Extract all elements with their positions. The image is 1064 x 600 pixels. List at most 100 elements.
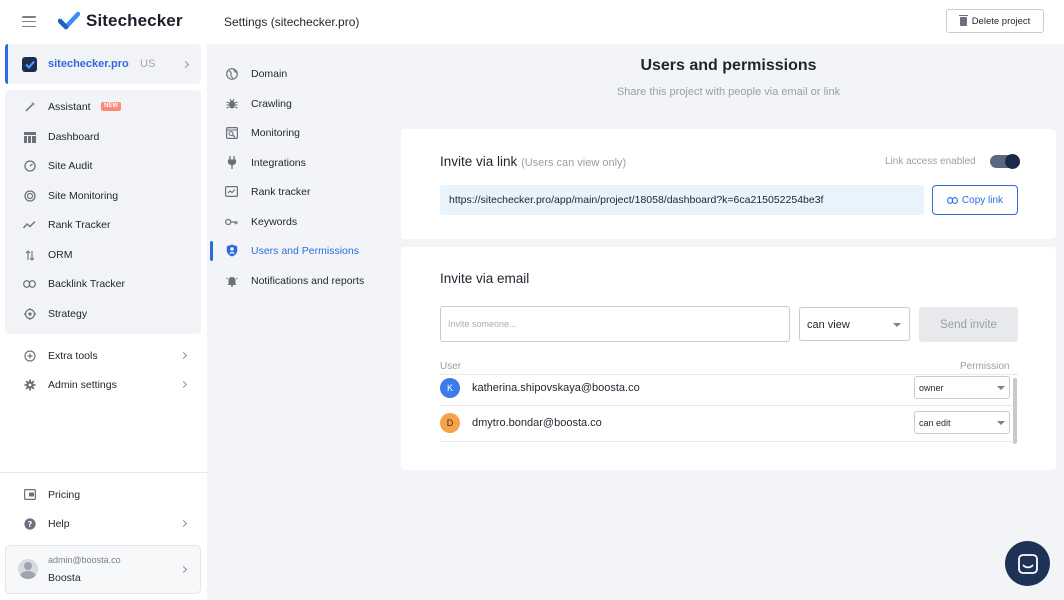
avatar: D <box>440 413 460 433</box>
settings-item-label: Rank tracker <box>251 186 311 198</box>
shield-user-icon <box>225 244 238 257</box>
table-row: D dmytro.bondar@boosta.co can edit <box>440 408 1012 440</box>
chevron-right-icon <box>179 380 188 389</box>
help-icon: ? <box>23 517 36 530</box>
settings-item-monitoring[interactable]: Monitoring <box>210 119 390 147</box>
chevron-right-icon <box>181 60 190 69</box>
link-access-toggle[interactable] <box>990 154 1020 169</box>
sidebar-item-help[interactable]: ? Help <box>5 510 201 538</box>
key-icon <box>225 215 238 228</box>
chevron-right-icon <box>179 565 188 574</box>
settings-item-keywords[interactable]: Keywords <box>210 208 390 236</box>
logo-check-icon <box>58 11 80 30</box>
settings-item-label: Notifications and reports <box>251 275 365 287</box>
page-title: Settings (sitechecker.pro) <box>224 15 360 29</box>
settings-item-domain[interactable]: Domain <box>210 60 390 88</box>
settings-item-crawling[interactable]: Crawling <box>210 90 390 118</box>
settings-item-integrations[interactable]: Integrations <box>210 149 390 177</box>
user-permission-select[interactable]: can edit <box>914 411 1010 434</box>
project-name: sitechecker.pro <box>48 58 129 70</box>
settings-item-users-permissions[interactable]: Users and Permissions <box>210 237 390 265</box>
sidebar-item-label: Admin settings <box>48 379 117 391</box>
invite-via-email-card: Invite via email can view Send invite Us… <box>401 247 1056 470</box>
sidebar-item-orm[interactable]: ORM <box>5 241 201 269</box>
project-check-icon <box>22 57 37 72</box>
user-permission-select[interactable]: owner <box>914 376 1010 399</box>
settings-item-label: Domain <box>251 68 288 80</box>
copy-link-button[interactable]: Copy link <box>932 185 1018 215</box>
section-title: Users and permissions <box>640 57 817 74</box>
main-nav: Assistant NEW Dashboard Site Audit Site … <box>5 90 201 334</box>
column-header-user: User <box>440 361 462 372</box>
magic-wand-icon <box>23 101 36 114</box>
user-email: katherina.shipovskaya@boosta.co <box>472 382 640 394</box>
send-invite-button[interactable]: Send invite <box>919 307 1018 342</box>
plus-circle-icon <box>23 349 36 362</box>
trend-icon <box>23 219 36 232</box>
avatar: K <box>440 378 460 398</box>
active-indicator <box>5 44 8 84</box>
settings-item-label: Users and Permissions <box>251 245 359 257</box>
gauge-icon <box>23 160 36 173</box>
chevron-down-icon <box>997 386 1005 390</box>
sidebar-item-extra-tools[interactable]: Extra tools <box>5 342 201 370</box>
invite-via-link-card: Invite via link (Users can view only) Li… <box>401 129 1056 239</box>
bell-icon <box>225 274 238 287</box>
sidebar-item-label: Pricing <box>48 489 81 501</box>
invite-permission-select[interactable]: can view <box>799 307 910 341</box>
sidebar-item-label: Backlink Tracker <box>48 278 126 290</box>
chevron-right-icon <box>179 351 188 360</box>
sidebar-item-admin-settings[interactable]: Admin settings <box>5 371 201 399</box>
copy-link-label: Copy link <box>961 194 1004 206</box>
sidebar-item-pricing[interactable]: Pricing <box>5 481 201 509</box>
plug-icon <box>225 156 238 169</box>
user-account-card[interactable]: admin@boosta.co Boosta <box>5 545 201 594</box>
settings-item-label: Monitoring <box>251 127 301 139</box>
settings-item-notifications[interactable]: Notifications and reports <box>210 267 390 295</box>
sort-icon <box>23 249 36 262</box>
sidebar-item-strategy[interactable]: Strategy <box>5 300 201 328</box>
target-icon <box>23 308 36 321</box>
sidebar-item-label: Site Audit <box>48 160 93 172</box>
gear-icon <box>23 378 36 391</box>
svg-text:?: ? <box>27 520 32 529</box>
bug-icon <box>225 97 238 110</box>
sidebar-item-backlink-tracker[interactable]: Backlink Tracker <box>5 270 201 298</box>
project-selector[interactable]: sitechecker.pro US <box>5 44 201 84</box>
invite-email-input[interactable] <box>440 306 790 342</box>
top-bar: Sitechecker Settings (sitechecker.pro) D… <box>0 0 1064 44</box>
menu-icon[interactable] <box>22 16 36 27</box>
chevron-down-icon <box>893 323 901 327</box>
divider <box>0 472 207 473</box>
logo[interactable]: Sitechecker <box>58 11 183 31</box>
chevron-down-icon <box>997 421 1005 425</box>
sidebar-item-label: Dashboard <box>48 131 100 143</box>
delete-project-button[interactable]: Delete project <box>946 9 1044 33</box>
wallet-icon <box>23 488 36 501</box>
user-email: admin@boosta.co <box>48 555 121 565</box>
card-heading: Invite via link (Users can view only) <box>440 154 626 169</box>
brand-name: Sitechecker <box>86 11 183 30</box>
sidebar-item-label: Strategy <box>48 308 88 320</box>
divider <box>440 405 1018 406</box>
settings-item-rank-tracker[interactable]: Rank tracker <box>210 178 390 206</box>
chat-support-button[interactable] <box>1005 541 1050 586</box>
share-link-field[interactable]: https://sitechecker.pro/app/main/project… <box>440 185 924 215</box>
users-list-scrollbar[interactable] <box>1013 378 1017 444</box>
table-row: K katherina.shipovskaya@boosta.co owner <box>440 373 1012 405</box>
settings-item-label: Integrations <box>251 157 306 169</box>
delete-project-label: Delete project <box>971 15 1031 27</box>
sidebar-item-assistant[interactable]: Assistant NEW <box>5 93 201 121</box>
chat-icon <box>1017 553 1038 574</box>
sidebar-item-dashboard[interactable]: Dashboard <box>5 123 201 151</box>
settings-item-label: Keywords <box>251 216 298 228</box>
sidebar-item-site-monitoring[interactable]: Site Monitoring <box>5 182 201 210</box>
link-icon <box>946 196 958 204</box>
monitor-icon <box>225 126 238 139</box>
sidebar-item-label: ORM <box>48 249 73 261</box>
link-icon <box>23 278 36 291</box>
column-header-permission: Permission <box>960 361 1010 372</box>
sidebar-item-rank-tracker[interactable]: Rank Tracker <box>5 211 201 239</box>
section-subtitle: Share this project with people via email… <box>616 86 841 98</box>
sidebar-item-site-audit[interactable]: Site Audit <box>5 152 201 180</box>
